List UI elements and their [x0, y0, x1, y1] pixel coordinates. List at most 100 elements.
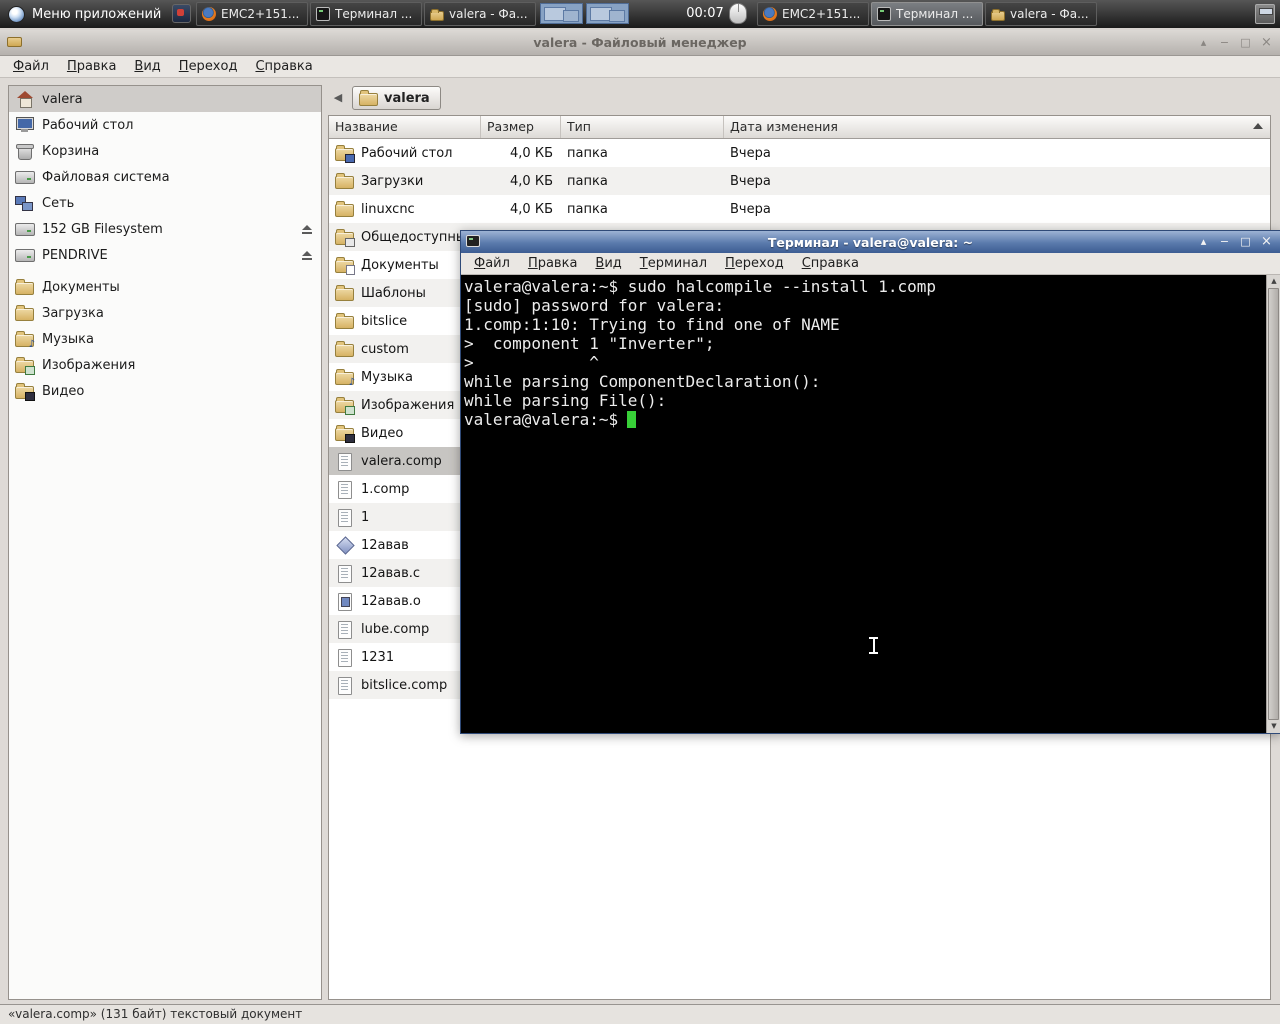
menu-item[interactable]: Терминал — [631, 254, 716, 273]
sidebar-item[interactable]: Видео — [9, 378, 321, 404]
file-name-cell: bitslice — [329, 312, 481, 329]
back-button[interactable]: ◀ — [328, 87, 348, 109]
sidebar-item-label: Рабочий стол — [42, 117, 134, 133]
sidebar-item-icon — [15, 169, 35, 185]
column-header[interactable]: Дата изменения — [724, 116, 1270, 138]
menu-item[interactable]: Переход — [716, 254, 793, 273]
close-button[interactable] — [1259, 234, 1274, 249]
minimize-button[interactable] — [1217, 234, 1232, 249]
sidebar-item[interactable]: Документы — [9, 274, 321, 300]
file-name: Общедоступные — [361, 229, 475, 245]
close-button[interactable] — [1259, 35, 1274, 50]
terminal-titlebar[interactable]: Терминал - valera@valera: ~ — [461, 231, 1280, 253]
xfce-menu-icon — [8, 5, 25, 23]
file-name-cell: Документы — [329, 256, 481, 275]
mouse-applet-icon[interactable] — [729, 3, 747, 24]
file-name-cell: Рабочий стол — [329, 144, 481, 163]
terminal-screen[interactable]: valera@valera:~$ sudo halcompile --insta… — [461, 275, 1280, 733]
file-icon — [335, 340, 354, 357]
menu-item[interactable]: Файл — [465, 254, 519, 273]
task-label: EMC2+151... — [221, 7, 300, 21]
sidebar-item[interactable]: Изображения — [9, 352, 321, 378]
task-label: Терминал ... — [896, 7, 974, 21]
file-manager-titlebar[interactable]: valera - Файловый менеджер — [0, 30, 1280, 56]
sidebar-item[interactable]: Музыка — [9, 326, 321, 352]
applications-menu-button[interactable]: Меню приложений — [0, 0, 169, 28]
file-row[interactable]: Загрузки 4,0 КБ папка Вчера — [329, 167, 1270, 195]
taskbar-left: EMC2+151... Терминал ... valera - Фа... — [196, 2, 536, 26]
file-type: папка — [567, 201, 608, 217]
current-folder-button[interactable]: valera — [352, 86, 441, 110]
sidebar-item[interactable]: Сеть — [9, 190, 321, 216]
menu-item[interactable]: Вид — [125, 57, 169, 76]
column-header[interactable]: Название — [329, 116, 481, 138]
window-controls — [1196, 234, 1274, 249]
terminal-output-line: 1.comp:1:10: Trying to find one of NAME — [464, 315, 840, 334]
taskbar-button[interactable]: valera - Фа... — [424, 2, 536, 26]
sidebar-item[interactable]: Корзина — [9, 138, 321, 164]
eject-icon[interactable] — [302, 225, 312, 234]
sidebar-item-label: Корзина — [42, 143, 100, 159]
shade-button[interactable] — [1196, 234, 1211, 249]
terminal-window-icon — [466, 235, 480, 247]
menu-item[interactable]: Справка — [793, 254, 868, 273]
eject-icon[interactable] — [302, 251, 312, 260]
terminal-cursor — [627, 411, 637, 428]
task-label: valera - Фа... — [1010, 7, 1089, 21]
task-label: valera - Фа... — [449, 7, 528, 21]
sidebar-item[interactable]: Загрузка — [9, 300, 321, 326]
file-name-cell: 12авав.o — [329, 593, 481, 611]
taskbar-button[interactable]: valera - Фа... — [985, 2, 1097, 26]
shell-prompt: valera@valera:~$ — [464, 410, 619, 429]
terminal-scrollbar[interactable] — [1266, 275, 1280, 733]
taskbar-button[interactable]: Терминал ... — [871, 2, 983, 26]
window-list-icon[interactable] — [1255, 4, 1275, 24]
scroll-down-icon[interactable] — [1267, 720, 1280, 733]
file-row[interactable]: linuxcnc 4,0 КБ папка Вчера — [329, 195, 1270, 223]
file-name-cell: custom — [329, 340, 481, 357]
sidebar-item[interactable]: Файловая система — [9, 164, 321, 190]
task-icon — [202, 7, 216, 21]
scroll-up-icon[interactable] — [1267, 275, 1280, 288]
task-icon — [763, 7, 777, 21]
file-name: Загрузки — [361, 173, 424, 189]
sidebar-item-label: Документы — [42, 279, 120, 295]
menu-item[interactable]: Правка — [58, 57, 125, 76]
minimize-button[interactable] — [1217, 35, 1232, 50]
folder-icon — [359, 89, 378, 106]
maximize-button[interactable] — [1238, 234, 1253, 249]
shade-button[interactable] — [1196, 35, 1211, 50]
taskbar-button[interactable]: Терминал ... — [310, 2, 422, 26]
taskbar-button[interactable]: EMC2+151... — [757, 2, 869, 26]
menu-item[interactable]: Файл — [4, 57, 58, 76]
terminal-output-line: valera@valera:~$ sudo halcompile --insta… — [464, 277, 937, 296]
file-name: lube.comp — [361, 621, 430, 637]
workspace-switcher — [540, 3, 629, 24]
workspace-1[interactable] — [540, 3, 583, 24]
task-icon — [430, 8, 444, 21]
sidebar-item[interactable]: PENDRIVE — [9, 242, 321, 268]
menu-item[interactable]: Правка — [519, 254, 586, 273]
file-name-cell: linuxcnc — [329, 200, 481, 217]
file-icon — [335, 228, 355, 247]
terminal-output: valera@valera:~$ sudo halcompile --insta… — [464, 277, 1264, 731]
menu-item[interactable]: Переход — [170, 57, 247, 76]
file-name-cell: valera.comp — [329, 453, 481, 471]
maximize-button[interactable] — [1238, 35, 1253, 50]
sidebar-item[interactable]: valera — [9, 86, 321, 112]
menu-item[interactable]: Справка — [246, 57, 321, 76]
sidebar-item[interactable]: 152 GB Filesystem — [9, 216, 321, 242]
sidebar-item[interactable]: Рабочий стол — [9, 112, 321, 138]
sidebar-item-label: valera — [42, 91, 83, 107]
menu-item[interactable]: Вид — [586, 254, 630, 273]
file-type: папка — [567, 173, 608, 189]
file-icon — [335, 368, 355, 388]
launcher-icon[interactable] — [172, 4, 191, 23]
workspace-2[interactable] — [586, 3, 629, 24]
column-header[interactable]: Тип — [561, 116, 724, 138]
file-row[interactable]: Рабочий стол 4,0 КБ папка Вчера — [329, 139, 1270, 167]
scrollbar-thumb[interactable] — [1268, 288, 1279, 720]
file-icon — [335, 453, 354, 471]
column-header[interactable]: Размер — [481, 116, 561, 138]
taskbar-button[interactable]: EMC2+151... — [196, 2, 308, 26]
